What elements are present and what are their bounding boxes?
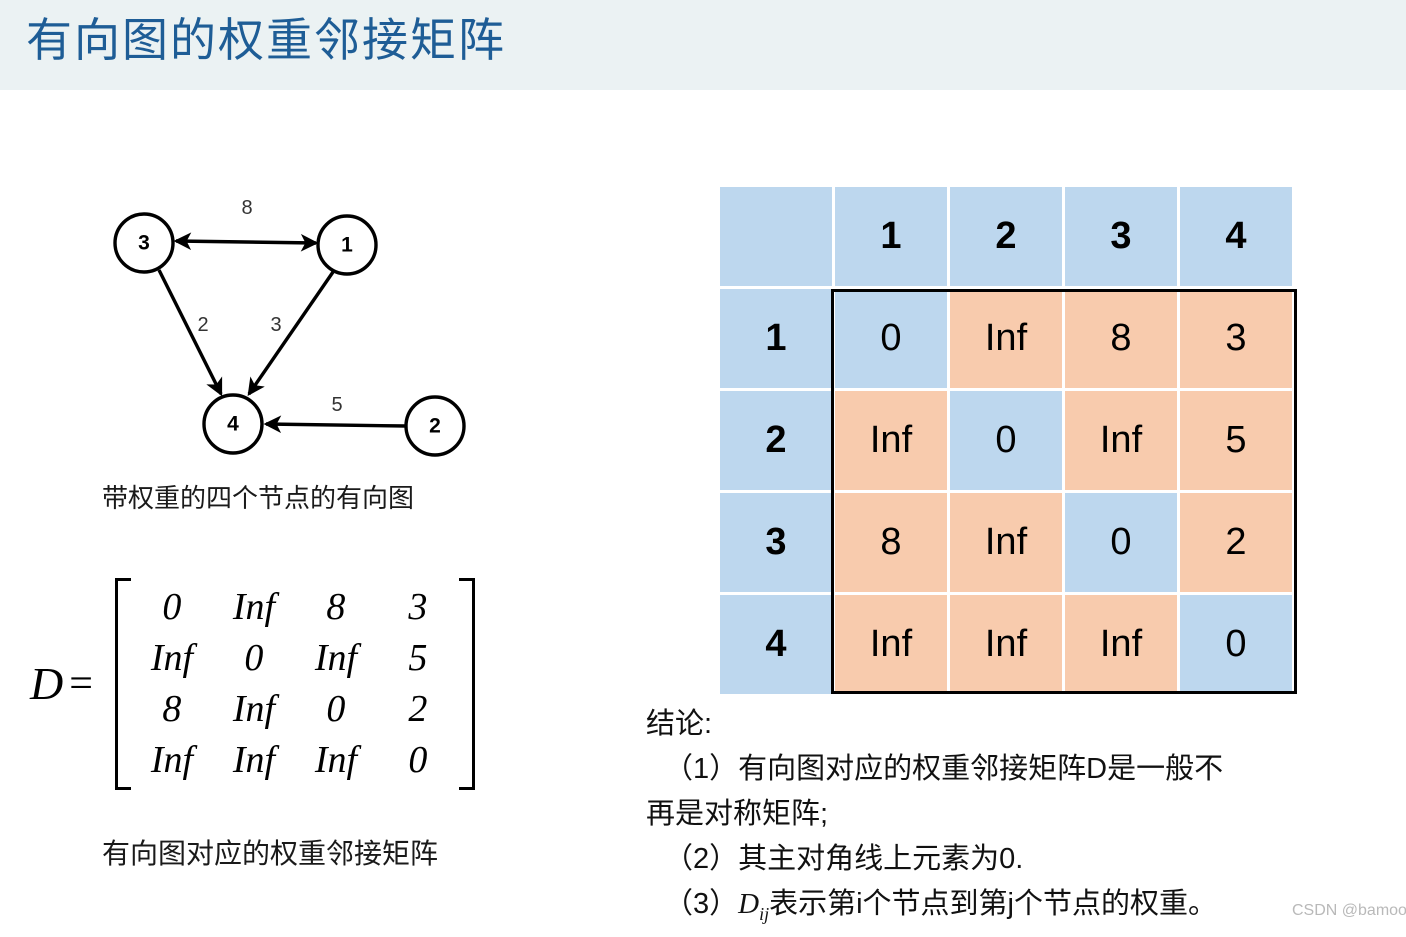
matrix-cell: Inf [314, 738, 358, 781]
matrix-grid: 0 Inf 8 3 Inf 0 Inf 5 8 Inf 0 2 Inf Inf … [131, 582, 459, 786]
matrix-row: 0 Inf 8 3 [131, 582, 459, 633]
graph-node-3: 3 [113, 212, 175, 274]
edge-label-2-4: 5 [331, 394, 342, 416]
table-cell: Inf [950, 493, 1062, 592]
graph-node-1-label: 1 [341, 234, 353, 257]
table-row: 4 Inf Inf Inf 0 [720, 595, 1292, 694]
matrix-cell: 5 [408, 636, 428, 679]
table-row: 2 Inf 0 Inf 5 [720, 391, 1292, 490]
edge-2-4 [263, 415, 407, 434]
table-header-row: 1 2 3 4 [720, 187, 1292, 286]
table-cell: 2 [1180, 493, 1292, 592]
table-corner-cell [720, 187, 832, 286]
matrix-cell: 2 [408, 687, 428, 730]
table-cell: 0 [835, 289, 947, 388]
table-row: 3 8 Inf 0 2 [720, 493, 1292, 592]
conclusion-item-3-prefix: （3） [664, 888, 739, 920]
matrix-caption: 有向图对应的权重邻接矩阵 [102, 838, 439, 869]
table-row: 1 0 Inf 8 3 [720, 289, 1292, 388]
csdn-watermark: CSDN @bamoom [1292, 902, 1406, 919]
graph-node-4: 4 [202, 393, 264, 455]
row-header-1: 1 [720, 289, 832, 388]
col-header-2: 2 [950, 187, 1062, 286]
row-header-2: 2 [720, 391, 832, 490]
matrix-cell: 8 [162, 687, 182, 730]
col-header-3: 3 [1065, 187, 1177, 286]
edge-1-4 [247, 271, 335, 397]
table-cell: Inf [1065, 595, 1177, 694]
matrix-row: 8 Inf 0 2 [131, 684, 459, 735]
matrix-cell: 0 [326, 687, 346, 730]
matrix-cell: Inf [150, 636, 194, 679]
matrix-cell: 8 [326, 585, 346, 628]
table-cell: Inf [950, 289, 1062, 388]
table-cell: Inf [1065, 391, 1177, 490]
col-header-1: 1 [835, 187, 947, 286]
adjacency-matrix-table: 1 2 3 4 1 0 Inf 8 3 2 Inf 0 Inf 5 3 8 In… [717, 184, 1295, 697]
edge-label-1-4: 3 [270, 314, 281, 336]
graph-node-4-label: 4 [227, 413, 239, 436]
table-cell: 0 [1065, 493, 1177, 592]
conclusion-item-1: （1）有向图对应的权重邻接矩阵D是一般不 [664, 753, 1224, 785]
table-cell: Inf [950, 595, 1062, 694]
table-cell: Inf [835, 595, 947, 694]
d-ij-symbol: Dij [738, 888, 769, 924]
conclusion-item-2: （2）其主对角线上元素为0. [664, 843, 1024, 875]
matrix-cell: 0 [408, 738, 428, 781]
equals-sign: = [69, 660, 93, 707]
matrix-row: Inf Inf Inf 0 [131, 735, 459, 786]
matrix-cell: Inf [150, 738, 194, 781]
conclusion-block: 结论: （1）有向图对应的权重邻接矩阵D是一般不 再是对称矩阵; （2）其主对角… [646, 702, 1386, 937]
matrix-cell: 3 [408, 585, 428, 628]
matrix-brackets: 0 Inf 8 3 Inf 0 Inf 5 8 Inf 0 2 Inf Inf … [114, 577, 475, 790]
col-header-4: 4 [1180, 187, 1292, 286]
conclusion-item-3: （3）Dij表示第i个节点到第j个节点的权重。 [646, 882, 1386, 937]
conclusion-item-1-cont: 再是对称矩阵; [646, 798, 829, 830]
page-title: 有向图的权重邻接矩阵 [26, 15, 506, 66]
table-cell: Inf [835, 391, 947, 490]
matrix-equation: D = 0 Inf 8 3 Inf 0 Inf 5 8 Inf 0 2 Inf … [30, 556, 550, 811]
conclusion-item-3-rest: 表示第i个节点到第j个节点的权重。 [769, 888, 1217, 920]
table-cell: 0 [1180, 595, 1292, 694]
graph-caption: 带权重的四个节点的有向图 [102, 483, 415, 513]
adjacency-matrix-table-wrap: 1 2 3 4 1 0 Inf 8 3 2 Inf 0 Inf 5 3 8 In… [717, 184, 1295, 697]
graph-node-1: 1 [316, 214, 378, 276]
directed-weighted-graph: 3 1 4 2 8 2 3 5 [113, 197, 466, 457]
matrix-cell: Inf [232, 687, 276, 730]
conclusion-heading: 结论: [646, 708, 713, 740]
edge-label-3-4: 2 [197, 314, 208, 336]
matrix-cell: 0 [244, 636, 264, 679]
matrix-cell: Inf [232, 738, 276, 781]
matrix-cell: Inf [314, 636, 358, 679]
table-cell: 0 [950, 391, 1062, 490]
edge-3-1 [173, 232, 319, 252]
d-subscript: ij [759, 903, 770, 924]
matrix-row: Inf 0 Inf 5 [131, 633, 459, 684]
edge-label-3-1: 8 [241, 197, 252, 219]
graph-node-3-label: 3 [138, 232, 150, 255]
graph-node-2-label: 2 [429, 415, 441, 438]
graph-node-2: 2 [404, 395, 466, 457]
edge-3-4 [157, 269, 223, 397]
table-cell: 3 [1180, 289, 1292, 388]
table-cell: 5 [1180, 391, 1292, 490]
table-cell: 8 [1065, 289, 1177, 388]
d-symbol: D [738, 888, 760, 920]
matrix-cell: Inf [232, 585, 276, 628]
table-cell: 8 [835, 493, 947, 592]
matrix-cell: 0 [162, 585, 182, 628]
matrix-symbol: D [30, 658, 64, 709]
row-header-4: 4 [720, 595, 832, 694]
row-header-3: 3 [720, 493, 832, 592]
